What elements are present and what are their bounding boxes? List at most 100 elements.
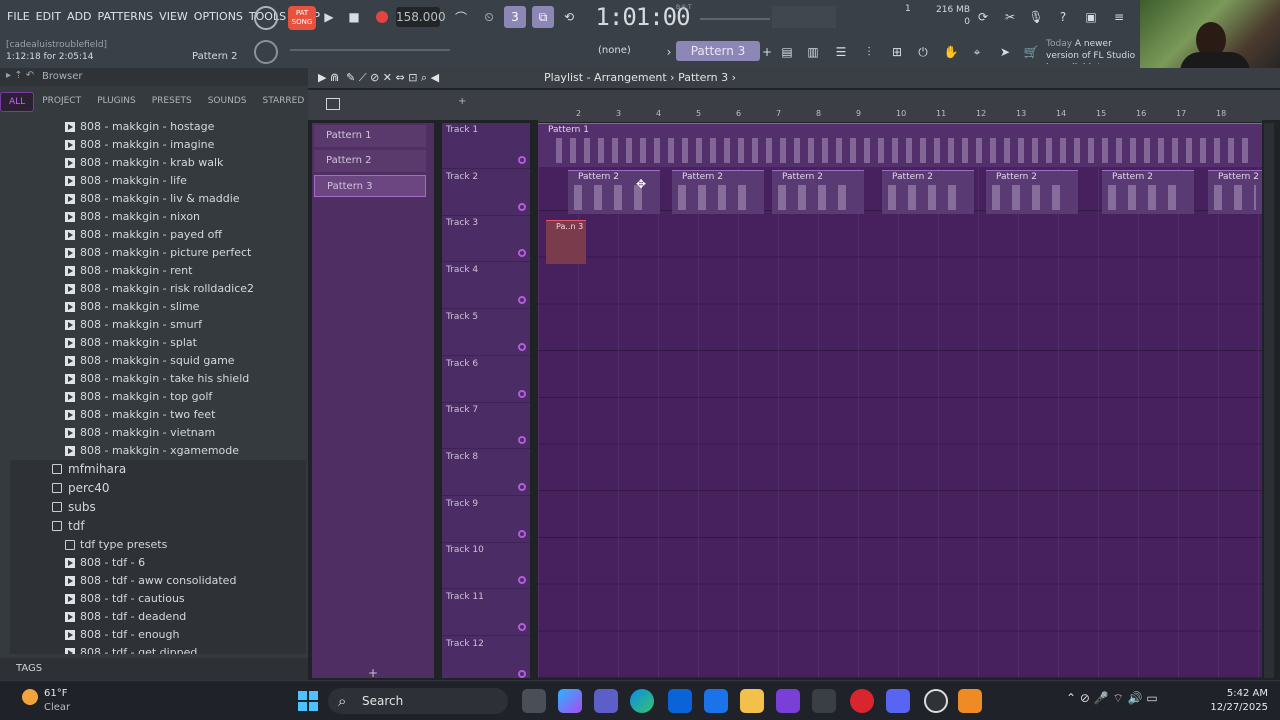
track-mute-icon[interactable] (518, 249, 526, 258)
browser-file-item[interactable]: 808 - makkgin - risk rolldadice2 (10, 280, 306, 298)
master-pitch-knob[interactable] (254, 40, 278, 64)
browser-folder-item[interactable]: tdf (10, 517, 306, 536)
fl-studio-icon[interactable] (958, 689, 982, 713)
browser-file-item[interactable]: 808 - tdf - enough (10, 626, 306, 644)
browser-folder-item[interactable]: subs (10, 498, 306, 517)
track-header[interactable]: Track 9 (442, 497, 530, 543)
tempo-display[interactable]: 158.000 (396, 7, 446, 27)
track-mute-icon[interactable] (518, 623, 526, 631)
track-header[interactable]: Track 11 (442, 590, 530, 636)
browser-nav-icon[interactable]: ▸ ⇡ ↶ (6, 70, 34, 81)
tab-all[interactable]: ALL (0, 92, 35, 112)
add-pattern-plus-icon[interactable]: + (368, 666, 378, 680)
windows-start-icon[interactable] (298, 691, 318, 711)
browser-file-item[interactable]: 808 - tdf - cautious (10, 590, 306, 608)
record-button[interactable] (371, 6, 393, 28)
copilot-icon[interactable] (558, 689, 582, 713)
dropbox-icon[interactable] (668, 689, 692, 713)
file-explorer-icon[interactable] (740, 689, 764, 713)
tray-icons[interactable]: ⌃ ⊘ 🎤 ⌔ 🔊 ▭ (1066, 691, 1158, 706)
browser-file-item[interactable]: 808 - makkgin - xgamemode (10, 442, 306, 460)
track-mute-icon[interactable] (518, 482, 526, 491)
track-header[interactable]: Track 1 (442, 123, 530, 169)
clip-pattern-2[interactable]: Pattern 2 (986, 170, 1078, 214)
record-audio-button[interactable]: 🎙 (1025, 6, 1047, 28)
playlist-toggle[interactable]: ▤ (776, 41, 798, 63)
pattern-item-1[interactable]: Pattern 1 (314, 125, 426, 147)
pat-song-toggle[interactable]: PAT SONG (288, 6, 316, 30)
taskbar-clock[interactable]: 5:42 AM 12/27/2025 (1196, 687, 1268, 715)
menu-add[interactable]: ADD (64, 6, 94, 28)
track-header[interactable]: Track 5 (442, 310, 530, 356)
browser-toggle[interactable]: ⊞ (886, 41, 908, 63)
play-button[interactable]: ▶ (318, 6, 340, 28)
menu-options[interactable]: OPTIONS (191, 6, 246, 28)
track-header[interactable]: Track 12 (442, 637, 530, 683)
mixer-toggle[interactable]: ≡ (1108, 6, 1130, 28)
opera-icon[interactable] (850, 689, 874, 713)
browser-file-item[interactable]: 808 - tdf - deadend (10, 608, 306, 626)
pattern-item-2[interactable]: Pattern 2 (314, 150, 426, 172)
outlook-icon[interactable] (704, 689, 728, 713)
help-button[interactable]: ? (1052, 6, 1074, 28)
track-header[interactable]: Track 3 (442, 216, 530, 263)
clip-pattern-2[interactable]: Pattern 2 (1208, 170, 1262, 214)
track-mute-icon[interactable] (518, 156, 526, 164)
metronome-button[interactable]: ⌒ (450, 6, 472, 28)
channel-rack-toggle[interactable]: ☰ (830, 41, 852, 63)
browser-file-item[interactable]: 808 - makkgin - liv & maddie (10, 190, 306, 208)
tab-project[interactable]: PROJECT (34, 92, 89, 112)
track-mute-icon[interactable] (518, 529, 526, 538)
blend-recording-button[interactable]: ⧉ (532, 6, 554, 28)
browser-file-item[interactable]: 808 - makkgin - top golf (10, 388, 306, 406)
save-button[interactable]: ▣ (1080, 6, 1102, 28)
wait-for-input-button[interactable]: ⏲ (478, 6, 500, 28)
master-volume-knob[interactable] (254, 6, 278, 30)
menu-patterns[interactable]: PATTERNS (95, 6, 157, 28)
track-mute-icon[interactable] (518, 389, 526, 398)
playlist-tools-icons[interactable]: ▶ ⋒ ✎ ⟋ ⊘ ✕ ⇔ ⊡ ⌕ ◀ (318, 71, 439, 85)
track-mute-icon[interactable] (518, 202, 526, 211)
pattern-selector[interactable]: Pattern 3 (676, 41, 760, 61)
add-track-icon[interactable]: + (458, 96, 466, 107)
browser-file-item[interactable]: 808 - makkgin - smurf (10, 316, 306, 334)
clip-pattern-2[interactable]: Pattern 2 (882, 170, 974, 214)
browser-file-item[interactable]: 808 - makkgin - splat (10, 334, 306, 352)
task-view-icon[interactable] (522, 689, 546, 713)
clipchamp-icon[interactable] (776, 689, 800, 713)
loop-record-button[interactable]: ⟲ (558, 6, 580, 28)
weather-widget[interactable]: 61°F Clear (20, 687, 90, 717)
arrangement-grid[interactable]: Pattern 1 Pattern 2 Pattern 2 Pattern 2 Pat… (538, 123, 1262, 678)
browser-file-item[interactable]: 808 - makkgin - krab walk (10, 154, 306, 172)
menu-view[interactable]: VIEW (156, 6, 191, 28)
stop-button[interactable]: ■ (343, 6, 365, 28)
shop-button[interactable]: 🛒 (1020, 41, 1042, 63)
browser-file-item[interactable]: 808 - tdf - aww consolidated (10, 572, 306, 590)
render-button[interactable]: ➤ (994, 41, 1016, 63)
browser-file-item[interactable]: 808 - tdf - 6 (10, 554, 306, 572)
teams-icon[interactable] (594, 689, 618, 713)
piano-icon[interactable] (326, 98, 340, 110)
clip-pattern-2[interactable]: Pattern 2 (568, 170, 660, 214)
menu-edit[interactable]: EDIT (33, 6, 64, 28)
clip-pattern-2[interactable]: Pattern 2 (772, 170, 864, 214)
discord-icon[interactable] (886, 689, 910, 713)
news-panel[interactable]: Today A newer version of FL Studio is av… (1046, 38, 1142, 64)
taskbar-search[interactable]: Search (328, 688, 508, 714)
app-icon[interactable] (924, 689, 948, 713)
track-header[interactable]: Track 7 (442, 403, 530, 450)
clip-pattern-2[interactable]: Pattern 2 (672, 170, 764, 214)
browser-file-item[interactable]: 808 - makkgin - nixon (10, 208, 306, 226)
mixer-view-toggle[interactable]: ⫶ (858, 41, 880, 63)
camera-icon[interactable] (812, 689, 836, 713)
track-mute-icon[interactable] (518, 669, 526, 678)
browser-file-item[interactable]: 808 - makkgin - vietnam (10, 424, 306, 442)
tab-starred[interactable]: STARRED (254, 92, 312, 112)
plugin-picker[interactable]: ⏻ (912, 41, 934, 63)
track-header[interactable]: Track 6 (442, 357, 530, 403)
add-pattern-button[interactable]: + (756, 41, 778, 63)
browser-folder-item[interactable]: mfmihara (10, 460, 306, 479)
browser-folder-item[interactable]: tdf type presets (10, 536, 306, 554)
pattern-item-3[interactable]: Pattern 3 (314, 175, 426, 197)
snap-selector[interactable]: (none) (598, 42, 654, 60)
